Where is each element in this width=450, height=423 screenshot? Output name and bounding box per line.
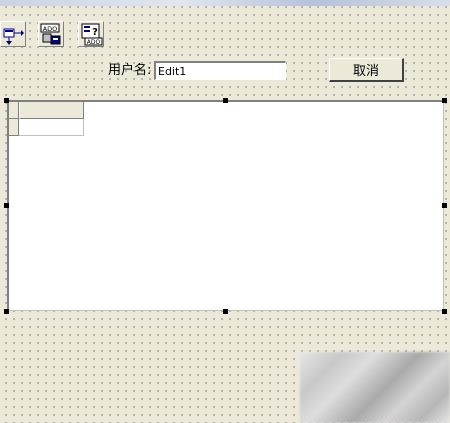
grid-corner-cell	[9, 102, 19, 119]
data-control-icon[interactable]	[0, 21, 26, 47]
resize-handle-top-left[interactable]	[4, 98, 9, 103]
ado-label: ADO	[87, 39, 101, 46]
data-control-glyph	[3, 28, 24, 45]
ado-label: ADO	[43, 25, 58, 33]
ado-query-icon[interactable]: ? ADO	[78, 21, 104, 47]
username-label: 用户名:	[108, 63, 152, 78]
ado-connection-glyph: ADO	[40, 23, 61, 45]
cancel-button[interactable]: 取消	[329, 58, 404, 82]
grid-cell[interactable]	[19, 119, 84, 136]
grid-row-indicator[interactable]	[9, 119, 19, 136]
resize-handle-bottom-left[interactable]	[4, 309, 9, 314]
ado-query-glyph: ? ADO	[81, 23, 103, 46]
resize-handle-top[interactable]	[223, 98, 228, 103]
obscured-image	[300, 352, 450, 423]
resize-handle-bottom-right[interactable]	[442, 309, 447, 314]
window-top-strip	[0, 0, 450, 6]
svg-text:?: ?	[92, 27, 98, 38]
resize-handle-left[interactable]	[4, 203, 9, 208]
resize-handle-right[interactable]	[442, 203, 447, 208]
grid-column-header[interactable]	[19, 102, 84, 119]
db-grid[interactable]	[7, 100, 444, 311]
resize-handle-top-right[interactable]	[442, 98, 447, 103]
ado-connection-icon[interactable]: ADO	[38, 21, 64, 47]
resize-handle-bottom[interactable]	[223, 309, 228, 314]
username-input[interactable]	[154, 61, 286, 80]
